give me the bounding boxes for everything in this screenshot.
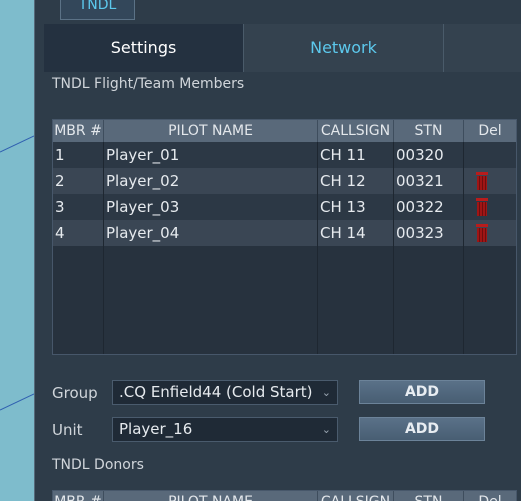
- cell-mbr: 1: [55, 146, 65, 164]
- cell-pilot-name: Player_01: [106, 146, 180, 164]
- cell-callsign: CH 13: [320, 198, 366, 216]
- subtab-bar: Settings Network: [44, 24, 521, 72]
- col-mbr[interactable]: MBR #: [53, 491, 104, 501]
- members-table-header: MBR # PILOT NAME CALLSIGN STN Del: [53, 120, 516, 142]
- add-group-button[interactable]: ADD: [359, 380, 485, 404]
- tab-network[interactable]: Network: [244, 24, 444, 72]
- cell-del: [464, 142, 516, 168]
- cell-del: [464, 194, 516, 220]
- cell-stn: 00321: [396, 172, 444, 190]
- tab-tndl[interactable]: TNDL: [60, 0, 135, 20]
- members-section-title: TNDL Flight/Team Members: [52, 76, 245, 92]
- donors-table: MBR # PILOT NAME CALLSIGN STN Del: [52, 490, 517, 501]
- trash-icon[interactable]: [476, 172, 488, 190]
- cell-pilot-name: Player_04: [106, 224, 180, 242]
- cell-mbr: 2: [55, 172, 65, 190]
- col-del: Del: [478, 123, 502, 139]
- unit-label: Unit: [52, 421, 83, 439]
- col-pilot-name[interactable]: PILOT NAME: [104, 120, 318, 142]
- group-select-value: .CQ Enfield44 (Cold Start): [119, 383, 313, 401]
- group-label: Group: [52, 384, 98, 402]
- members-table: MBR # PILOT NAME CALLSIGN STN Del 1 Play…: [52, 119, 517, 355]
- cell-del: [464, 220, 516, 246]
- trash-icon[interactable]: [476, 198, 488, 216]
- group-select[interactable]: .CQ Enfield44 (Cold Start) ⌄: [112, 380, 338, 405]
- col-stn[interactable]: STN: [394, 120, 464, 142]
- table-row[interactable]: 2 Player_02 CH 12 00321: [53, 168, 516, 194]
- cell-mbr: 3: [55, 198, 65, 216]
- cell-callsign: CH 12: [320, 172, 366, 190]
- cell-pilot-name: Player_03: [106, 198, 180, 216]
- cell-stn: 00323: [396, 224, 444, 242]
- unit-select-value: Player_16: [119, 420, 193, 438]
- col-del: Del: [464, 491, 516, 501]
- col-mbr[interactable]: MBR #: [53, 120, 104, 142]
- trash-icon[interactable]: [476, 224, 488, 242]
- cell-pilot-name: Player_02: [106, 172, 180, 190]
- map-background: [0, 0, 34, 501]
- add-unit-button[interactable]: ADD: [359, 417, 485, 441]
- cell-stn: 00322: [396, 198, 444, 216]
- chevron-down-icon: ⌄: [321, 423, 331, 436]
- tab-settings[interactable]: Settings: [44, 24, 244, 72]
- unit-select[interactable]: Player_16 ⌄: [112, 417, 338, 442]
- cell-del: [464, 168, 516, 194]
- table-row[interactable]: 1 Player_01 CH 11 00320: [53, 142, 516, 168]
- chevron-down-icon: ⌄: [321, 386, 331, 399]
- donors-table-header: MBR # PILOT NAME CALLSIGN STN Del: [53, 491, 516, 501]
- members-table-body: 1 Player_01 CH 11 00320 2 Player_02 CH 1…: [53, 142, 516, 246]
- table-row[interactable]: 4 Player_04 CH 14 00323: [53, 220, 516, 246]
- col-stn[interactable]: STN: [394, 491, 464, 501]
- subtab-spacer: [444, 24, 521, 72]
- cell-callsign: CH 11: [320, 146, 366, 164]
- cell-stn: 00320: [396, 146, 444, 164]
- cell-mbr: 4: [55, 224, 65, 242]
- col-callsign[interactable]: CALLSIGN: [318, 120, 394, 142]
- table-row[interactable]: 3 Player_03 CH 13 00322: [53, 194, 516, 220]
- tndl-panel: TNDL Settings Network TNDL Flight/Team M…: [34, 0, 521, 501]
- col-callsign[interactable]: CALLSIGN: [318, 491, 394, 501]
- col-pilot-name[interactable]: PILOT NAME: [104, 491, 318, 501]
- donors-section-title: TNDL Donors: [52, 457, 144, 473]
- cell-callsign: CH 14: [320, 224, 366, 242]
- map-lines: [0, 135, 34, 411]
